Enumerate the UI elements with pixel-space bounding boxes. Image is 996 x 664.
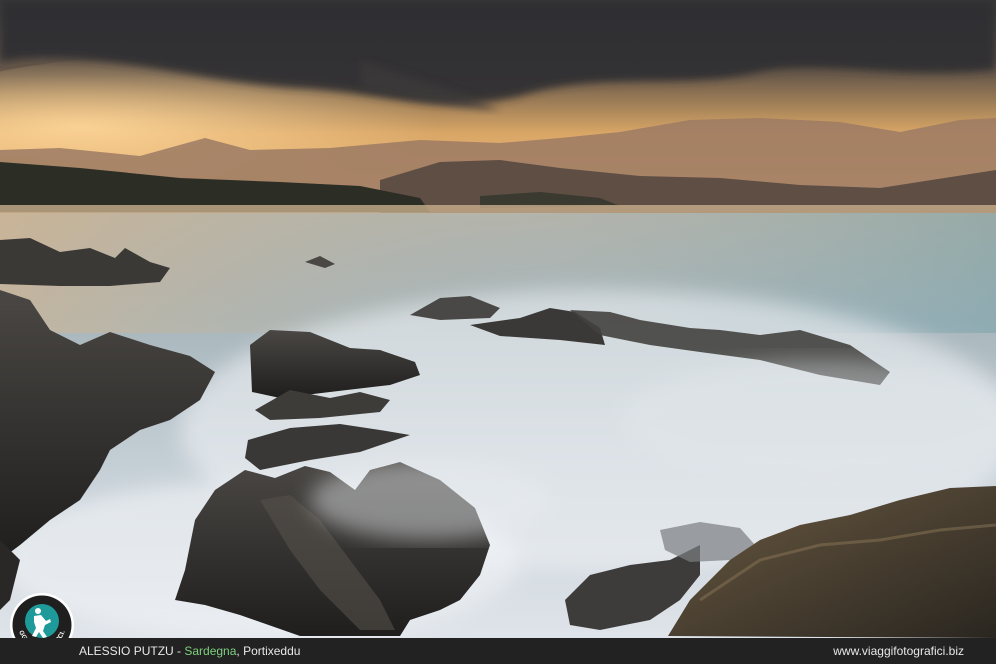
author-name: ALESSIO PUTZU — [79, 644, 174, 658]
region-link[interactable]: Sardegna — [184, 644, 236, 658]
place-name: , Portixeddu — [236, 644, 301, 658]
caption-bar: ALESSIO PUTZU - Sardegna, Portixeddu www… — [0, 638, 996, 664]
photo-credit: ALESSIO PUTZU - Sardegna, Portixeddu — [79, 638, 300, 664]
website-link[interactable]: www.viaggifotografici.biz — [833, 638, 964, 664]
credit-separator: - — [173, 644, 185, 658]
landscape-photo — [0, 0, 996, 638]
photo-frame: VIAGGIFOTOGRAFICI.BIZ ALESSIO PUTZU - Sa… — [0, 0, 996, 664]
